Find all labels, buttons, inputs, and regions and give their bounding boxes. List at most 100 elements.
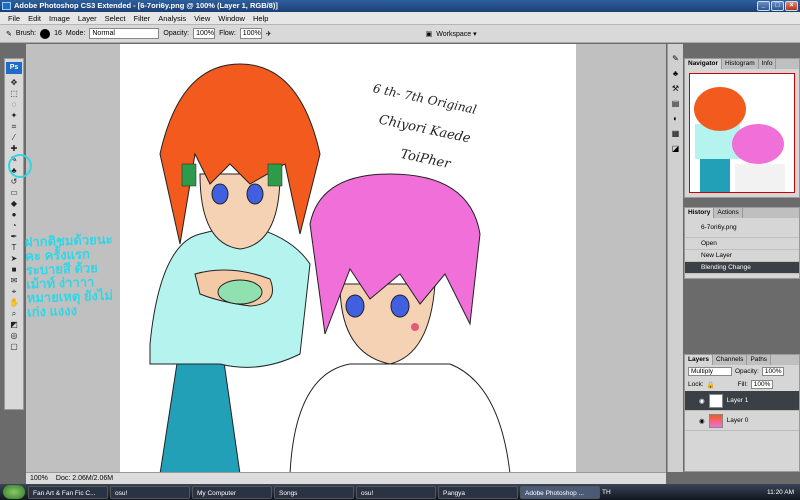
window-title: Adobe Photoshop CS3 Extended - [6-7ori6y… [14, 1, 278, 10]
task-button[interactable]: Adobe Photoshop ... [520, 485, 600, 499]
navigator-preview[interactable] [689, 73, 795, 193]
left-character [149, 63, 321, 475]
color-swatches-icon[interactable]: ◩ [7, 320, 21, 330]
crop-tool-icon[interactable]: ⌗ [7, 122, 21, 132]
layer-row[interactable]: ◉ Layer 0 [685, 411, 799, 431]
menu-file[interactable]: File [4, 14, 24, 23]
layer-name: Layer 0 [726, 417, 749, 424]
fill-field[interactable]: 100% [750, 380, 774, 389]
zoom-level[interactable]: 100% [30, 473, 48, 484]
clock[interactable]: 11:20 AM [767, 489, 800, 496]
tab-histogram[interactable]: Histogram [722, 59, 759, 69]
path-select-icon[interactable]: ➤ [7, 254, 21, 264]
workspace-button[interactable]: Workspace ▾ [436, 30, 476, 38]
history-snapshot[interactable]: 6-7ori6y.png [685, 218, 799, 238]
pen-tool-icon[interactable]: ✒ [7, 232, 21, 242]
task-button[interactable]: Pangya [438, 485, 518, 499]
layer-comps-icon[interactable]: ▤ [672, 99, 680, 108]
highlight-circle [8, 154, 32, 178]
slice-tool-icon[interactable]: ⁄ [7, 133, 21, 143]
tab-navigator[interactable]: Navigator [685, 59, 722, 69]
maximize-button[interactable]: □ [771, 1, 784, 11]
opacity-label: Opacity: [163, 30, 190, 37]
visibility-eye-icon[interactable]: ◉ [699, 417, 705, 425]
notes-tool-icon[interactable]: ✉ [7, 276, 21, 286]
close-button[interactable]: × [785, 1, 798, 11]
dodge-tool-icon[interactable]: ◔ [7, 221, 21, 231]
doc-size: Doc: 2.06M/2.06M [55, 475, 114, 482]
flow-label: Flow: [219, 30, 236, 37]
tab-actions[interactable]: Actions [714, 208, 743, 218]
status-bar: 100% Doc: 2.06M/2.06M [26, 472, 666, 484]
styles-panel-icon[interactable]: ◪ [672, 144, 680, 153]
lasso-tool-icon[interactable]: ◌ [7, 100, 21, 110]
mode-label: Mode: [65, 30, 86, 37]
language-indicator[interactable]: TH [602, 489, 611, 496]
airbrush-icon[interactable]: ✈ [266, 30, 272, 38]
brush-tool-icon[interactable]: ✎ [6, 30, 12, 38]
menu-select[interactable]: Select [101, 14, 130, 23]
history-step[interactable]: New Layer [685, 250, 799, 262]
paint-bucket-icon[interactable]: ◆ [7, 199, 21, 209]
tab-info[interactable]: Info [759, 59, 777, 69]
brushes-panel-icon[interactable]: ✎ [672, 54, 679, 63]
menu-layer[interactable]: Layer [74, 14, 101, 23]
screen-mode-icon[interactable]: ▢ [7, 342, 21, 352]
swatches-panel-icon[interactable]: ▦ [672, 129, 680, 138]
layers-panel: Layers Channels Paths Multiply Opacity: … [684, 354, 800, 472]
tab-history[interactable]: History [685, 208, 715, 218]
layer-opacity-label: Opacity: [735, 368, 759, 375]
start-button[interactable] [3, 485, 25, 499]
task-button[interactable]: Songs [274, 485, 354, 499]
menu-help[interactable]: Help [249, 14, 272, 23]
eraser-tool-icon[interactable]: ▭ [7, 188, 21, 198]
move-tool-icon[interactable]: ✥ [7, 78, 21, 88]
tool-presets-icon[interactable]: ⚒ [672, 84, 679, 93]
tab-channels[interactable]: Channels [713, 355, 748, 365]
blur-tool-icon[interactable]: ● [7, 210, 21, 220]
eyedropper-icon[interactable]: ⌖ [7, 287, 21, 297]
hand-tool-icon[interactable]: ✋ [7, 298, 21, 308]
history-step[interactable]: Open [685, 238, 799, 250]
menu-view[interactable]: View [190, 14, 214, 23]
bridge-icon[interactable]: ▣ [426, 30, 433, 38]
lock-icon[interactable]: 🔒 [707, 381, 715, 389]
task-button[interactable]: My Computer [192, 485, 272, 499]
task-button[interactable]: Fan Art & Fan Fic C... [28, 485, 108, 499]
tab-paths[interactable]: Paths [747, 355, 772, 365]
brush-preview[interactable] [40, 28, 51, 39]
layer-row[interactable]: ◉ Layer 1 [685, 391, 799, 411]
marquee-tool-icon[interactable]: ⬚ [7, 89, 21, 99]
color-panel-icon[interactable]: ◐ [673, 114, 678, 123]
blend-mode-select[interactable]: Multiply [688, 367, 732, 376]
document-window: 6 th- 7th Original Chiyori Kaede ToiPher… [8, 44, 666, 475]
minimize-button[interactable]: _ [757, 1, 770, 11]
shape-tool-icon[interactable]: ■ [7, 265, 21, 275]
magic-wand-icon[interactable]: ✦ [7, 111, 21, 121]
zoom-tool-icon[interactable]: ⌕ [7, 309, 21, 319]
tab-layers[interactable]: Layers [685, 355, 713, 365]
menu-filter[interactable]: Filter [130, 14, 155, 23]
type-tool-icon[interactable]: T [7, 243, 21, 253]
quick-mask-icon[interactable]: ◎ [7, 331, 21, 341]
task-button[interactable]: osu! [110, 485, 190, 499]
history-step[interactable]: Blending Change [685, 262, 799, 274]
layer-opacity-field[interactable]: 100% [761, 367, 785, 376]
menu-analysis[interactable]: Analysis [154, 14, 190, 23]
brush-label: Brush: [15, 30, 37, 37]
task-button[interactable]: osu! [356, 485, 436, 499]
menu-edit[interactable]: Edit [24, 14, 45, 23]
visibility-eye-icon[interactable]: ◉ [699, 397, 705, 405]
layer-thumbnail [708, 413, 723, 428]
ps-logo: Ps [6, 62, 22, 74]
menu-image[interactable]: Image [45, 14, 74, 23]
clone-source-icon[interactable]: ♣ [673, 69, 678, 78]
canvas[interactable]: 6 th- 7th Original Chiyori Kaede ToiPher [120, 44, 576, 475]
healing-brush-icon[interactable]: ✚ [7, 144, 21, 154]
opacity-field[interactable]: 100% [193, 28, 216, 39]
history-brush-icon[interactable]: ↺ [7, 177, 21, 187]
menu-window[interactable]: Window [214, 14, 249, 23]
layer-name: Layer 1 [726, 397, 749, 404]
flow-field[interactable]: 100% [239, 28, 262, 39]
mode-select[interactable]: Normal [89, 28, 160, 39]
